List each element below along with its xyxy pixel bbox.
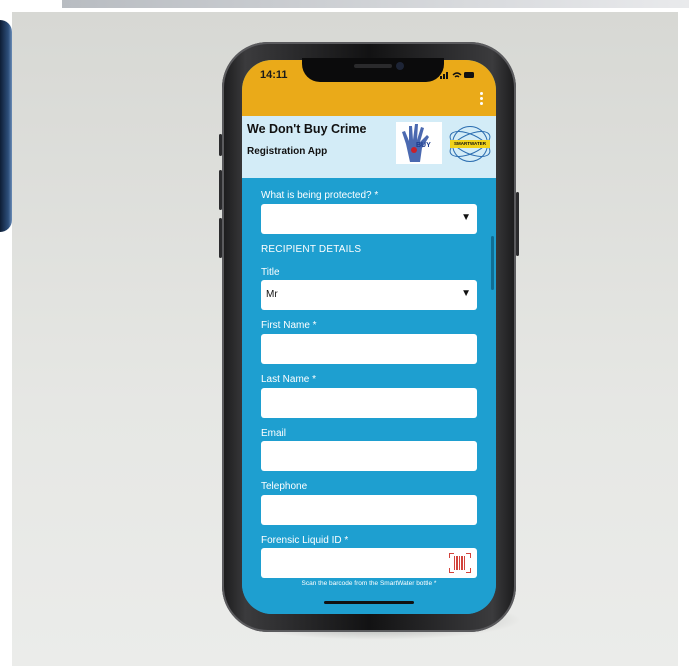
telephone-field[interactable] (261, 495, 477, 525)
background-object (0, 20, 12, 232)
title-label: Title (261, 267, 280, 278)
last-name-label: Last Name * (261, 374, 317, 385)
front-camera (396, 62, 404, 70)
first-name-label: First Name * (261, 320, 317, 331)
overflow-menu-icon[interactable] (478, 92, 484, 108)
smartwater-logo: SMARTWATER (445, 124, 495, 164)
protected-label: What is being protected? * (261, 190, 379, 201)
phone-notch (302, 58, 444, 82)
liquid-id-field[interactable] (261, 548, 477, 578)
app-title: We Don't Buy Crime (247, 122, 367, 136)
protected-select[interactable]: ▼ (261, 204, 477, 234)
last-name-field[interactable] (261, 388, 477, 418)
dropdown-arrow-icon: ▼ (461, 212, 471, 223)
dropdown-arrow-icon: ▼ (461, 288, 471, 299)
speaker-grille (354, 64, 392, 68)
liquid-id-label: Forensic Liquid ID * (261, 535, 349, 546)
scan-hint: Scan the barcode from the SmartWater bot… (301, 580, 437, 587)
app-subtitle: Registration App (247, 146, 328, 157)
status-time: 14:11 (260, 69, 288, 81)
telephone-label: Telephone (261, 481, 308, 492)
home-indicator[interactable] (324, 601, 414, 604)
title-select[interactable]: Mr ▼ (261, 280, 477, 310)
email-field[interactable] (261, 441, 477, 471)
section-heading: RECIPIENT DETAILS (261, 244, 362, 255)
we-dont-buy-crime-logo: BUY (396, 122, 442, 164)
background-strip (62, 0, 689, 8)
signal-wifi-battery-icon (440, 70, 476, 83)
email-label: Email (261, 428, 287, 439)
scrollbar[interactable] (491, 236, 494, 290)
first-name-field[interactable] (261, 334, 477, 364)
app-screen: 14:11 We Don't Buy Crime Registration Ap… (242, 60, 496, 614)
barcode-scan-icon[interactable] (449, 553, 471, 573)
